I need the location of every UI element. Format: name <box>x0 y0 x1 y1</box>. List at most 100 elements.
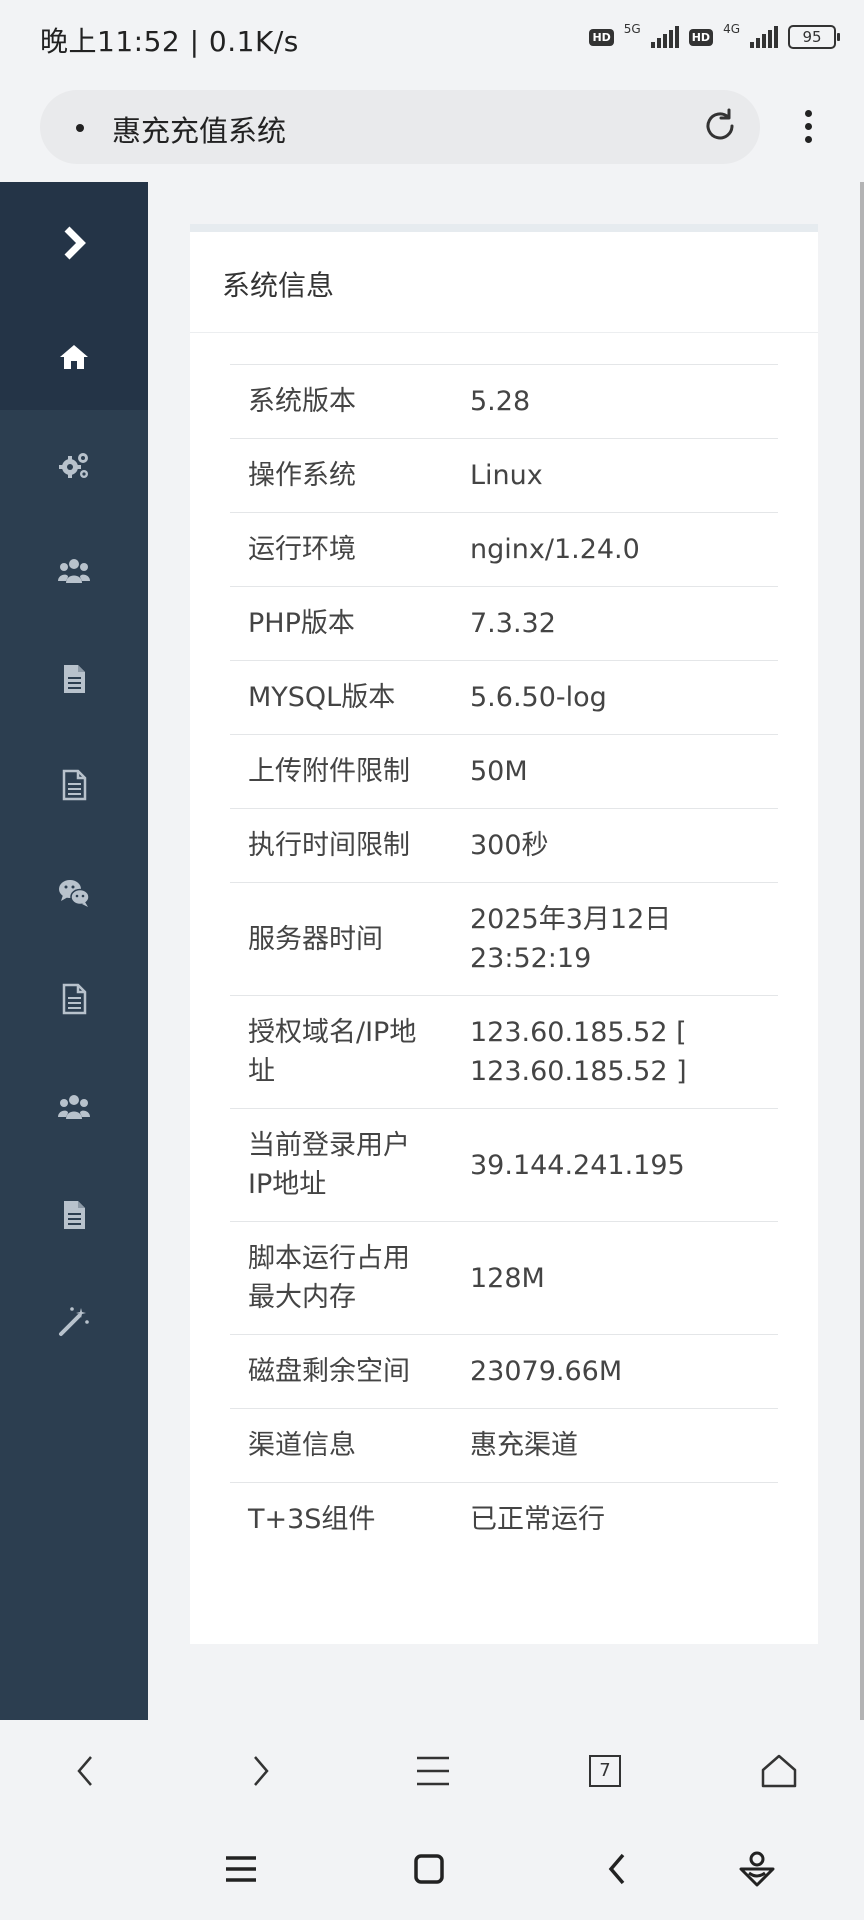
wechat-icon <box>59 880 90 907</box>
table-row: 运行环境 nginx/1.24.0 <box>230 512 778 587</box>
row-value: 39.144.241.195 <box>452 1108 778 1222</box>
square-icon <box>414 1854 444 1884</box>
row-value: 300秒 <box>452 808 778 883</box>
panel-title: 系统信息 <box>222 269 335 302</box>
row-label: 服务器时间 <box>230 882 452 996</box>
secure-dot-icon <box>76 124 84 132</box>
row-value: 23079.66M <box>452 1334 778 1409</box>
sidebar-item-home[interactable] <box>0 304 148 410</box>
row-label: 系统版本 <box>230 364 452 439</box>
table-row: 磁盘剩余空间 23079.66M <box>230 1334 778 1409</box>
sidebar-toggle-button[interactable] <box>0 182 148 304</box>
home-button[interactable] <box>752 1744 806 1798</box>
sidebar-item-tools[interactable] <box>0 1268 148 1374</box>
row-value: 5.28 <box>452 364 778 439</box>
row-label: 当前登录用户IP地址 <box>230 1108 452 1222</box>
row-label: 运行环境 <box>230 512 452 587</box>
system-info-table: 系统版本 5.28 操作系统 Linux 运行环境 nginx/1.24.0 PHP版… <box>230 364 778 1556</box>
row-value: 已正常运行 <box>452 1482 778 1556</box>
row-label: 上传附件限制 <box>230 734 452 809</box>
gears-icon <box>59 453 88 478</box>
more-menu-icon[interactable] <box>790 104 826 150</box>
sidebar-item-documents[interactable] <box>0 626 148 732</box>
network-type: 5G <box>623 22 641 36</box>
row-value: 128M <box>452 1221 778 1335</box>
sidebar-item-reports[interactable] <box>0 1162 148 1268</box>
tab-count: 7 <box>589 1755 621 1787</box>
chevron-left-icon <box>77 1756 92 1786</box>
table-row: 操作系统 Linux <box>230 438 778 513</box>
document-icon <box>64 665 85 693</box>
row-value: 7.3.32 <box>452 586 778 661</box>
row-value: 50M <box>452 734 778 809</box>
table-row: MYSQL版本 5.6.50-log <box>230 660 778 735</box>
sidebar-item-wechat[interactable] <box>0 840 148 946</box>
hamburger-icon <box>226 1856 256 1882</box>
table-row: T+3S组件 已正常运行 <box>230 1482 778 1556</box>
page-title[interactable]: 惠充充值系统 <box>112 108 286 150</box>
status-icons: HD 5G HD 4G 95 <box>589 22 840 52</box>
row-value: nginx/1.24.0 <box>452 512 778 587</box>
home-nav-button[interactable] <box>402 1842 456 1896</box>
row-value: 2025年3月12日 23:52:19 <box>452 882 778 996</box>
sidebar-item-users[interactable] <box>0 518 148 624</box>
battery-icon: 95 <box>788 25 840 49</box>
row-label: 脚本运行占用最大内存 <box>230 1221 452 1335</box>
table-row: 系统版本 5.28 <box>230 364 778 439</box>
home-icon <box>60 345 88 369</box>
signal-icon <box>650 26 679 48</box>
table-row: 服务器时间 2025年3月12日 23:52:19 <box>230 882 778 996</box>
table-row: PHP版本 7.3.32 <box>230 586 778 661</box>
chevron-right-icon <box>64 226 86 260</box>
sidebar-item-records[interactable] <box>0 732 148 838</box>
system-navigation-bar <box>0 1820 864 1920</box>
users-icon <box>58 559 90 583</box>
magic-wand-icon <box>59 1307 89 1336</box>
home-outline-icon <box>761 1754 797 1788</box>
table-row: 脚本运行占用最大内存 128M <box>230 1221 778 1335</box>
page-scrollbar[interactable] <box>860 182 864 1720</box>
sidebar-item-logs[interactable] <box>0 946 148 1052</box>
document-outline-icon <box>62 983 87 1015</box>
signal-icon <box>750 26 778 48</box>
sidebar-item-settings[interactable] <box>0 412 148 518</box>
document-outline-icon <box>62 769 87 801</box>
table-row: 上传附件限制 50M <box>230 734 778 809</box>
network-type: 4G <box>723 22 740 36</box>
users-icon <box>58 1095 90 1119</box>
status-time: 晚上11:52 | 0.1K/s <box>40 25 299 58</box>
row-value: Linux <box>452 438 778 513</box>
system-info-panel: 系统信息 系统版本 5.28 操作系统 Linux 运行环境 nginx/1.24.0… <box>190 224 818 1644</box>
sidebar-item-members[interactable] <box>0 1054 148 1160</box>
row-value: 惠充渠道 <box>452 1408 778 1483</box>
chevron-left-icon <box>608 1853 625 1885</box>
assistant-button[interactable] <box>730 1842 784 1896</box>
row-label: MYSQL版本 <box>230 660 452 735</box>
row-label: 渠道信息 <box>230 1408 452 1483</box>
back-nav-button[interactable] <box>590 1842 644 1896</box>
table-row: 当前登录用户IP地址 39.144.241.195 <box>230 1108 778 1222</box>
hamburger-icon <box>417 1756 449 1786</box>
hd-badge: HD <box>589 28 614 46</box>
row-label: PHP版本 <box>230 586 452 661</box>
row-label: T+3S组件 <box>230 1482 452 1556</box>
row-label: 执行时间限制 <box>230 808 452 883</box>
assistant-icon <box>739 1851 775 1887</box>
table-row: 执行时间限制 300秒 <box>230 808 778 883</box>
hd-badge: HD <box>688 28 714 46</box>
recent-apps-button[interactable] <box>214 1842 268 1896</box>
sidebar <box>0 182 148 1720</box>
menu-button[interactable] <box>406 1744 460 1798</box>
address-bar[interactable]: 惠充充值系统 <box>40 90 760 164</box>
reload-icon[interactable] <box>700 106 740 146</box>
row-label: 操作系统 <box>230 438 452 513</box>
row-value: 5.6.50-log <box>452 660 778 735</box>
chevron-right-icon <box>254 1756 269 1786</box>
back-button[interactable] <box>58 1744 112 1798</box>
tabs-button[interactable]: 7 <box>578 1744 632 1798</box>
row-label: 授权域名/IP地址 <box>230 995 452 1109</box>
browser-toolbar: 7 <box>0 1720 864 1820</box>
divider <box>190 332 818 333</box>
forward-button[interactable] <box>234 1744 288 1798</box>
row-label: 磁盘剩余空间 <box>230 1334 452 1409</box>
